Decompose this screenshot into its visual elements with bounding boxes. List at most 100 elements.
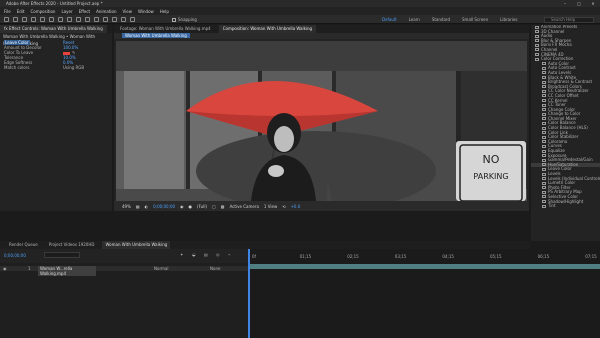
composition-viewer[interactable]: NO PARKING — [116, 41, 527, 201]
selection-tool-icon[interactable] — [13, 17, 18, 22]
menu-bar: File Edit Composition Layer Effect Anima… — [0, 7, 600, 15]
type-tool-icon[interactable] — [85, 17, 90, 22]
puppet-tool-icon[interactable] — [130, 17, 135, 22]
grid-toggle-icon[interactable]: ▦ — [136, 204, 140, 209]
storefront-header — [116, 41, 527, 71]
menu-edit[interactable]: Edit — [17, 9, 25, 14]
motion-blur-icon[interactable]: ◎ — [216, 252, 220, 257]
ruler-tick-label: 07;15 — [585, 254, 597, 259]
zoom-tool-icon[interactable] — [31, 17, 36, 22]
tab-timeline-comp[interactable]: Woman With Umbrella Walking — [102, 241, 171, 249]
mask-visibility-icon[interactable]: ◐ — [145, 204, 149, 209]
workspace-learn[interactable]: Learn — [409, 17, 420, 22]
rotate-tool-icon[interactable] — [40, 17, 45, 22]
timeline-timecode[interactable]: 0;00;00;00 — [4, 253, 26, 258]
reset-exposure-icon[interactable]: ⟲ — [282, 204, 285, 209]
ruler-tick-label: 02;15 — [347, 254, 359, 259]
menu-window[interactable]: Window — [138, 9, 154, 14]
minimize-button[interactable]: – — [558, 0, 572, 7]
clone-stamp-tool-icon[interactable] — [103, 17, 108, 22]
exposure-value[interactable]: +0.0 — [291, 204, 301, 209]
menu-file[interactable]: File — [4, 9, 11, 14]
menu-view[interactable]: View — [123, 9, 133, 14]
property-label: Match colors — [4, 65, 30, 70]
pen-tool-icon[interactable] — [76, 17, 81, 22]
match-colors-dropdown[interactable]: Using RGB — [63, 65, 84, 70]
pan-behind-tool-icon[interactable] — [58, 17, 63, 22]
effect-icon — [542, 89, 546, 93]
layer-visibility-icon[interactable]: ◉ — [3, 266, 7, 271]
magnification-dropdown[interactable]: 49% — [122, 204, 131, 209]
current-time-display[interactable]: 0;00;00;00 — [153, 204, 175, 209]
brush-tool-icon[interactable] — [94, 17, 99, 22]
close-button[interactable]: ✕ — [586, 0, 600, 7]
effect-controls-header: Woman With Umbrella Walking • Woman With… — [3, 34, 96, 46]
hand-tool-icon[interactable] — [22, 17, 27, 22]
ruler-tick-label: 05;15 — [490, 254, 502, 259]
effects-presets-panel: Animation Presets 3D Channel Audio Blur & S… — [531, 25, 600, 241]
tab-footage[interactable]: Footage: Woman With Umbrella Walking.mp4 — [116, 25, 215, 33]
video-frame: NO PARKING — [116, 41, 527, 201]
tab-project-videos[interactable]: Project Videos 1920HD — [46, 241, 98, 249]
tab-render-queue[interactable]: Render Queue — [6, 241, 41, 249]
workspace-standard[interactable]: Standard — [432, 17, 450, 22]
eraser-tool-icon[interactable] — [112, 17, 117, 22]
rectangle-tool-icon[interactable] — [67, 17, 72, 22]
layer-name[interactable]: Woman W...rella Walking.mp4 — [38, 266, 96, 276]
snapshot-icon[interactable]: ◉ — [180, 204, 184, 209]
3d-view-dropdown[interactable]: Active Camera — [230, 204, 259, 209]
parent-dropdown[interactable]: None — [210, 266, 220, 271]
timeline-tracks: 0f 01;15 02;15 03;15 04;15 05;15 06;15 07;15 — [248, 249, 600, 338]
effect-icon — [542, 158, 546, 162]
layer-row[interactable]: ◉ 1 Woman W...rella Walking.mp4 Normal N… — [0, 266, 248, 276]
graph-editor-icon[interactable]: ⌁ — [228, 252, 230, 257]
view-layout-dropdown[interactable]: 1 View — [264, 204, 277, 209]
shy-layers-icon[interactable]: ◒ — [192, 252, 196, 257]
woman-face — [274, 126, 294, 152]
timeline-tabbar: Render Queue Project Videos 1920HD Woman… — [0, 241, 530, 249]
effect-icon — [542, 112, 546, 116]
tab-effect-controls[interactable]: fx Effect Controls: Woman With Umbrella … — [0, 25, 107, 33]
folder-icon — [535, 48, 539, 52]
snapping-checkbox[interactable] — [172, 18, 176, 22]
folder-icon — [535, 39, 539, 43]
camera-tool-icon[interactable] — [49, 17, 54, 22]
blend-mode-dropdown[interactable]: Normal — [154, 266, 168, 271]
time-ruler[interactable]: 0f 01;15 02;15 03;15 04;15 05;15 06;15 07;15 — [248, 254, 600, 260]
effect-item[interactable]: Tint — [531, 203, 600, 209]
effect-controls-panel: fx Effect Controls: Woman With Umbrella … — [0, 25, 112, 211]
snapping-toggle[interactable]: Snapping — [172, 17, 197, 22]
timeline-search-input[interactable] — [44, 252, 80, 258]
workspace-libraries[interactable]: Libraries — [500, 17, 517, 22]
menu-help[interactable]: Help — [160, 9, 169, 14]
workspace-switcher: Default Learn Standard Small Screen Libr… — [382, 17, 517, 22]
workspace-default[interactable]: Default — [382, 17, 397, 22]
home-icon[interactable] — [4, 17, 9, 22]
effect-icon — [542, 135, 546, 139]
draft-3d-icon[interactable]: ✦ — [180, 252, 183, 257]
effect-icon — [542, 163, 546, 167]
layer-duration-bar[interactable] — [248, 264, 600, 269]
maximize-button[interactable]: □ — [572, 0, 586, 7]
transparency-grid-icon[interactable]: ▩ — [221, 204, 225, 209]
menu-animation[interactable]: Animation — [96, 9, 116, 14]
roto-brush-tool-icon[interactable] — [121, 17, 126, 22]
effect-icon — [542, 108, 546, 112]
menu-effect[interactable]: Effect — [79, 9, 91, 14]
ruler-tick-label: 01;15 — [299, 254, 312, 259]
show-channel-icon[interactable]: ● — [189, 204, 193, 209]
search-help-input[interactable]: Search Help — [544, 16, 594, 23]
ruler-tick-label: 06;15 — [537, 254, 550, 259]
workspace-small-screen[interactable]: Small Screen — [462, 17, 488, 22]
resolution-dropdown[interactable]: (Full) — [197, 204, 207, 209]
timeline-controls: 0;00;00;00 ✦ ◒ ▤ ◎ ⌁ — [0, 249, 248, 263]
effect-icon — [542, 99, 546, 102]
tab-composition[interactable]: Composition: Woman With Umbrella Walking — [218, 25, 317, 33]
playhead[interactable] — [248, 249, 250, 338]
frame-blending-icon[interactable]: ▤ — [204, 252, 208, 257]
region-of-interest-icon[interactable]: ▢ — [212, 204, 216, 209]
menu-layer[interactable]: Layer — [61, 9, 72, 14]
effect-icon — [542, 126, 546, 130]
breadcrumb-comp-name[interactable]: Woman With Umbrella Walking — [122, 33, 190, 38]
menu-composition[interactable]: Composition — [30, 9, 55, 14]
